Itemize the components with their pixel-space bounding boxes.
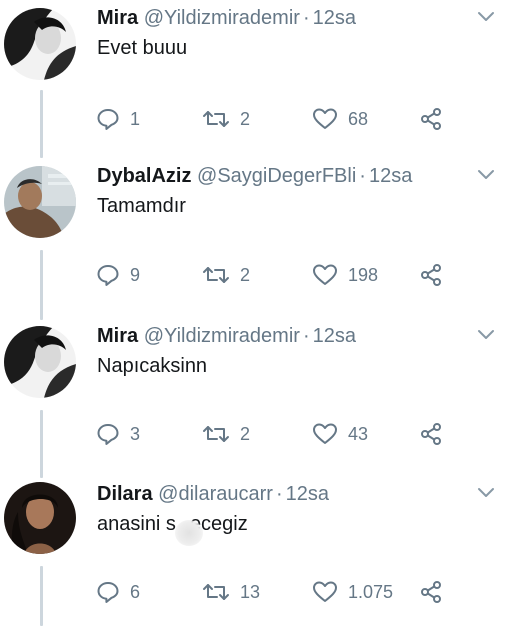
- separator: ·: [302, 7, 310, 29]
- tweet-header: Dilara @dilaraucarr · 12sa: [97, 482, 329, 506]
- action-bar: 9 2 198: [96, 261, 496, 289]
- retweet-icon: [203, 584, 229, 600]
- tweet-header: Mira @Yildizmirademir · 12sa: [97, 324, 356, 348]
- like-button[interactable]: 43: [312, 420, 368, 448]
- separator: ·: [302, 325, 310, 347]
- avatar[interactable]: [4, 8, 76, 80]
- retweet-icon: [203, 267, 229, 283]
- reply-icon: [97, 582, 119, 603]
- share-icon: [421, 108, 441, 130]
- tweet-header: DybalAziz @SaygiDegerFBli · 12sa: [97, 164, 412, 188]
- timestamp[interactable]: 12sa: [369, 165, 412, 187]
- reply-icon: [97, 109, 119, 130]
- censor-blur: [175, 520, 203, 546]
- author-name[interactable]: Dilara: [97, 483, 153, 505]
- chevron-down-icon[interactable]: [476, 10, 496, 24]
- heart-icon: [313, 423, 337, 444]
- like-count: 1.075: [348, 581, 394, 602]
- timestamp[interactable]: 12sa: [286, 483, 329, 505]
- author-name[interactable]: Mira: [97, 325, 138, 347]
- retweet-icon: [203, 111, 229, 127]
- chevron-down-icon[interactable]: [476, 328, 496, 342]
- share-icon: [421, 264, 441, 286]
- tweet-text: Napıcaksinn: [97, 355, 208, 377]
- like-button[interactable]: 198: [312, 261, 378, 289]
- share-button[interactable]: [419, 261, 443, 289]
- like-button[interactable]: 1.075: [312, 578, 393, 606]
- avatar[interactable]: [4, 326, 76, 398]
- reply-icon: [97, 424, 119, 445]
- separator: ·: [359, 165, 366, 187]
- tweet[interactable]: Mira @Yildizmirademir · 12sa Evet buuu 1 2…: [0, 0, 511, 158]
- tweet[interactable]: Dilara @dilaraucarr · 12sa anasini s ecegiz…: [0, 476, 511, 625]
- reply-count: 9: [130, 264, 141, 285]
- reply-count: 1: [130, 108, 141, 129]
- reply-button[interactable]: 6: [96, 578, 140, 606]
- like-count: 43: [348, 423, 369, 444]
- heart-icon: [313, 581, 337, 602]
- author-handle[interactable]: @Yildizmirademir: [144, 325, 300, 347]
- retweet-count: 2: [240, 423, 251, 444]
- reply-icon: [97, 265, 119, 286]
- share-icon: [421, 423, 441, 445]
- chevron-down-icon[interactable]: [476, 486, 496, 500]
- tweet-text: Evet buuu: [97, 37, 188, 59]
- separator: ·: [275, 483, 283, 505]
- share-button[interactable]: [419, 420, 443, 448]
- tweet-header: Mira @Yildizmirademir · 12sa: [97, 6, 356, 30]
- heart-icon: [313, 108, 337, 129]
- retweet-button[interactable]: 13: [202, 578, 260, 606]
- share-button[interactable]: [419, 105, 443, 133]
- retweet-icon: [203, 426, 229, 442]
- chevron-down-icon[interactable]: [476, 168, 496, 182]
- reply-button[interactable]: 9: [96, 261, 140, 289]
- retweet-count: 13: [240, 581, 261, 602]
- author-name[interactable]: Mira: [97, 7, 138, 29]
- tweet[interactable]: DybalAziz @SaygiDegerFBli · 12sa Tamamdır …: [0, 158, 511, 318]
- like-button[interactable]: 68: [312, 105, 368, 133]
- like-count: 68: [348, 108, 369, 129]
- timestamp[interactable]: 12sa: [313, 7, 356, 29]
- reply-button[interactable]: 3: [96, 420, 140, 448]
- tweet-text: Tamamdır: [97, 195, 186, 217]
- share-icon: [421, 581, 441, 603]
- reply-count: 3: [130, 423, 141, 444]
- tweet-text-start: anasini s: [97, 513, 176, 535]
- avatar[interactable]: [4, 482, 76, 554]
- action-bar: 6 13 1.075: [96, 578, 496, 606]
- author-name[interactable]: DybalAziz: [97, 165, 191, 187]
- reply-count: 6: [130, 581, 141, 602]
- avatar[interactable]: [4, 166, 76, 238]
- timestamp[interactable]: 12sa: [313, 325, 356, 347]
- author-handle[interactable]: @dilaraucarr: [158, 483, 273, 505]
- action-bar: 1 2 68: [96, 105, 496, 133]
- author-handle[interactable]: @SaygiDegerFBli: [197, 165, 356, 187]
- retweet-button[interactable]: 2: [202, 105, 250, 133]
- retweet-count: 2: [240, 264, 251, 285]
- action-bar: 3 2 43: [96, 420, 496, 448]
- author-handle[interactable]: @Yildizmirademir: [144, 7, 300, 29]
- tweet[interactable]: Mira @Yildizmirademir · 12sa Napıcaksinn 3…: [0, 318, 511, 476]
- retweet-count: 2: [240, 108, 251, 129]
- reply-button[interactable]: 1: [96, 105, 140, 133]
- heart-icon: [313, 264, 337, 285]
- like-count: 198: [348, 264, 379, 285]
- retweet-button[interactable]: 2: [202, 261, 250, 289]
- share-button[interactable]: [419, 578, 443, 606]
- retweet-button[interactable]: 2: [202, 420, 250, 448]
- tweet-text: anasini s ecegiz: [97, 512, 248, 536]
